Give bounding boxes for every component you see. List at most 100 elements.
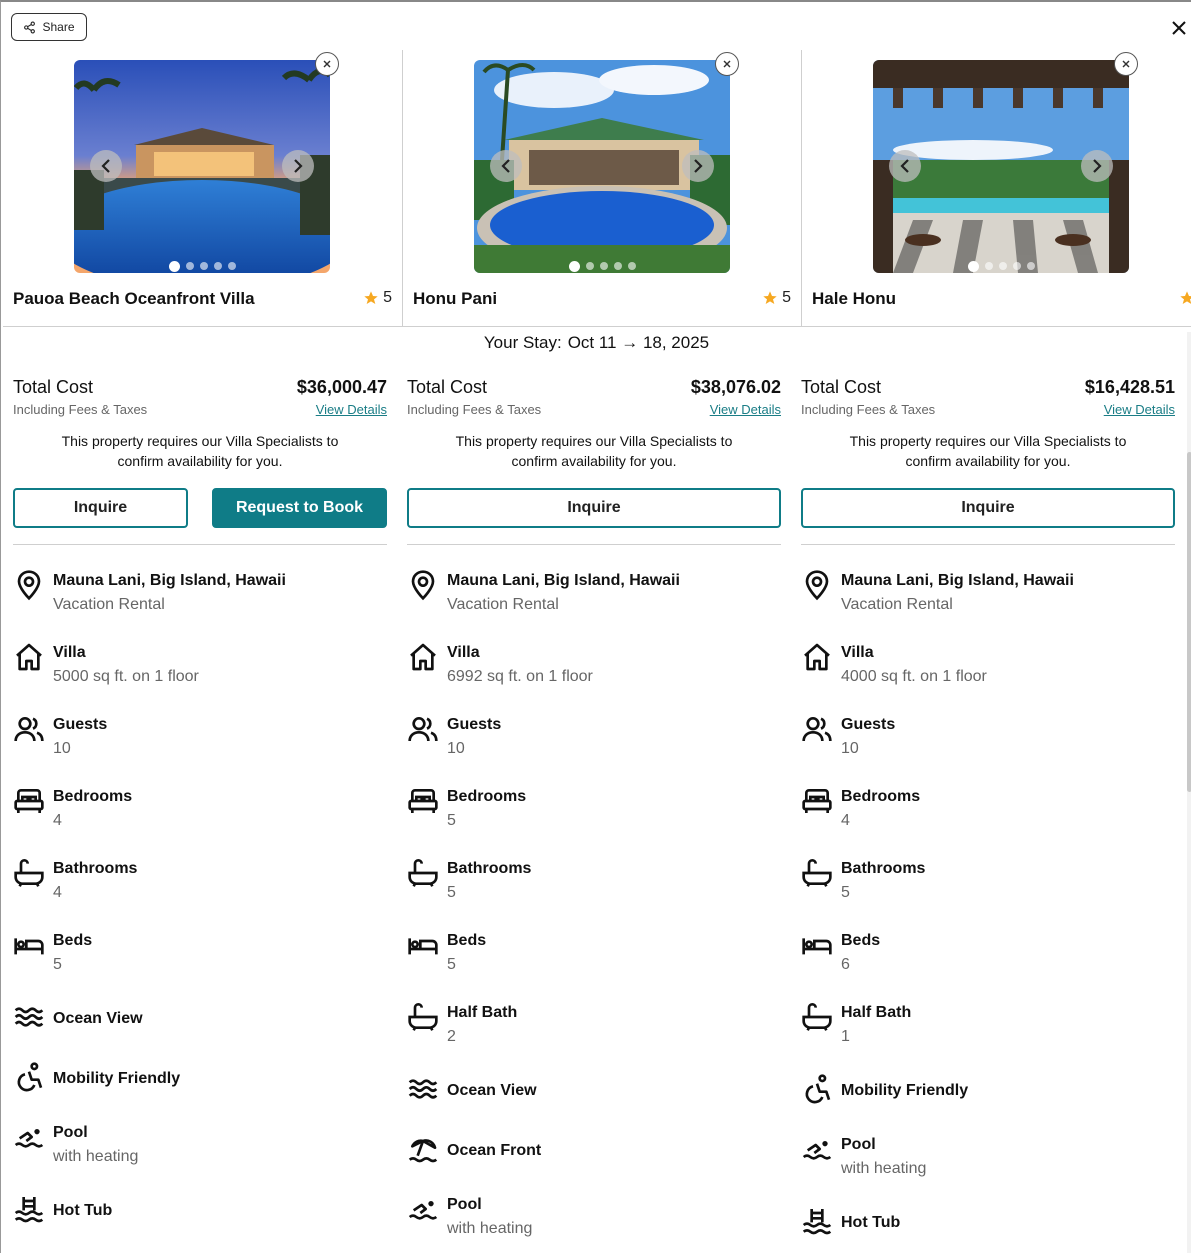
- feature-item: Mauna Lani, Big Island, Hawaii Vacation R…: [13, 569, 387, 617]
- feature-item: Bedrooms 4: [13, 785, 387, 833]
- remove-property-button[interactable]: [315, 52, 339, 76]
- feature-item: Pool with heating: [13, 1121, 387, 1169]
- feature-item: Half Bath 2: [407, 1001, 781, 1049]
- chevron-right-icon: [1093, 159, 1102, 173]
- chevron-right-icon: [694, 159, 703, 173]
- feature-subtitle: 4: [841, 812, 850, 829]
- inquire-button[interactable]: Inquire: [13, 488, 188, 528]
- feature-subtitle: with heating: [841, 1160, 927, 1177]
- feature-title: Mobility Friendly: [53, 1070, 181, 1087]
- bathtub-icon: [802, 1003, 832, 1031]
- share-label: Share: [42, 20, 75, 34]
- feature-item: Guests 10: [801, 713, 1175, 761]
- bathtub-icon: [802, 859, 832, 887]
- scrollbar-thumb[interactable]: [1187, 452, 1191, 792]
- feature-title: Bedrooms: [53, 788, 133, 805]
- feature-title: Pool: [53, 1124, 88, 1141]
- house-icon: [410, 643, 436, 671]
- feature-title: Beds: [841, 932, 881, 949]
- bedroom-icon: [802, 789, 832, 813]
- view-details-link[interactable]: View Details: [316, 402, 387, 417]
- total-cost-value: $16,428.51: [1084, 377, 1175, 397]
- photo-prev-button[interactable]: [490, 150, 522, 182]
- cost-subrow: Including Fees & Taxes View Details: [407, 402, 781, 417]
- inquire-button[interactable]: Inquire: [407, 488, 781, 528]
- guests-icon: [14, 717, 44, 742]
- feature-subtitle: 4: [53, 812, 62, 829]
- feature-subtitle: 5: [447, 956, 456, 973]
- feature-item: Bedrooms 5: [407, 785, 781, 833]
- feature-subtitle: 5: [447, 884, 456, 901]
- house-icon: [16, 643, 42, 671]
- divider: [407, 544, 781, 545]
- property-rating: 5: [1179, 289, 1191, 307]
- feature-item: Ocean View: [13, 1001, 387, 1037]
- hot-tub-icon: [14, 1197, 44, 1223]
- feature-item: Guests 10: [13, 713, 387, 761]
- carousel-dots[interactable]: [474, 261, 730, 272]
- feature-title: Hot Tub: [841, 1214, 901, 1231]
- feature-title: Mauna Lani, Big Island, Hawaii: [447, 572, 680, 589]
- feature-title: Half Bath: [841, 1004, 912, 1021]
- feature-subtitle: 4000 sq ft. on 1 floor: [841, 668, 987, 685]
- feature-item: Bathrooms 5: [407, 857, 781, 905]
- carousel-dots[interactable]: [74, 261, 330, 272]
- feature-title: Villa: [841, 644, 874, 661]
- availability-notice: This property requires our Villa Special…: [849, 433, 1127, 469]
- location-pin-icon: [17, 570, 41, 601]
- view-details-link[interactable]: View Details: [710, 402, 781, 417]
- remove-property-button[interactable]: [1114, 52, 1138, 76]
- inquire-button[interactable]: Inquire: [801, 488, 1175, 528]
- feature-subtitle: Vacation Rental: [447, 596, 559, 613]
- accessibility-icon: [17, 1062, 43, 1092]
- total-cost-value: $36,000.47: [296, 377, 387, 397]
- feature-title: Pool: [841, 1136, 876, 1153]
- carousel-dots[interactable]: [873, 261, 1129, 272]
- fees-note: Including Fees & Taxes: [13, 402, 148, 417]
- property-name[interactable]: Honu Pani: [413, 289, 497, 309]
- feature-title: Bathrooms: [53, 860, 138, 877]
- compare-dialog: Share Pauoa Beach Oceanfront Villa 5 Hon…: [0, 0, 1191, 1253]
- feature-title: Mauna Lani, Big Island, Hawaii: [841, 572, 1074, 589]
- cost-row: Total Cost $16,428.51: [801, 377, 1175, 398]
- close-icon: [1122, 60, 1130, 68]
- property-details-column: Total Cost $16,428.51 Including Fees & Tax…: [801, 362, 1175, 1253]
- feature-title: Ocean View: [447, 1082, 537, 1099]
- bedroom-icon: [408, 789, 438, 813]
- photo-prev-button[interactable]: [90, 150, 122, 182]
- guests-icon: [802, 717, 832, 742]
- feature-title: Bathrooms: [841, 860, 926, 877]
- close-dialog-button[interactable]: [1167, 16, 1191, 40]
- fees-note: Including Fees & Taxes: [801, 402, 936, 417]
- close-icon: [723, 60, 731, 68]
- stay-dates: Your Stay: Oct 11 → 18, 2025: [1, 333, 1191, 353]
- property-name[interactable]: Pauoa Beach Oceanfront Villa: [13, 289, 255, 309]
- share-button[interactable]: Share: [11, 13, 87, 41]
- feature-item: Villa 6992 sq ft. on 1 floor: [407, 641, 781, 689]
- bedroom-icon: [14, 789, 44, 813]
- remove-property-button[interactable]: [715, 52, 739, 76]
- feature-title: Mauna Lani, Big Island, Hawaii: [53, 572, 286, 589]
- view-details-link[interactable]: View Details: [1104, 402, 1175, 417]
- feature-title: Beds: [53, 932, 93, 949]
- request-to-book-button[interactable]: Request to Book: [212, 488, 387, 528]
- divider: [13, 544, 387, 545]
- total-cost-value: $38,076.02: [690, 377, 781, 397]
- photo-next-button[interactable]: [282, 150, 314, 182]
- feature-subtitle: with heating: [53, 1148, 139, 1165]
- property-name[interactable]: Hale Honu: [812, 289, 896, 309]
- close-icon: [1172, 21, 1186, 35]
- cost-row: Total Cost $36,000.47: [13, 377, 387, 398]
- photo-prev-button[interactable]: [889, 150, 921, 182]
- feature-item: Bathrooms 4: [13, 857, 387, 905]
- feature-subtitle: 6992 sq ft. on 1 floor: [447, 668, 593, 685]
- photo-next-button[interactable]: [682, 150, 714, 182]
- feature-title: Guests: [841, 716, 896, 733]
- bathtub-icon: [14, 859, 44, 887]
- total-cost-label: Total Cost: [801, 377, 882, 397]
- photo-next-button[interactable]: [1081, 150, 1113, 182]
- feature-list: Mauna Lani, Big Island, Hawaii Vacation R…: [13, 569, 387, 1229]
- share-icon: [24, 21, 36, 33]
- feature-item: Mobility Friendly: [13, 1061, 387, 1097]
- close-icon: [323, 60, 331, 68]
